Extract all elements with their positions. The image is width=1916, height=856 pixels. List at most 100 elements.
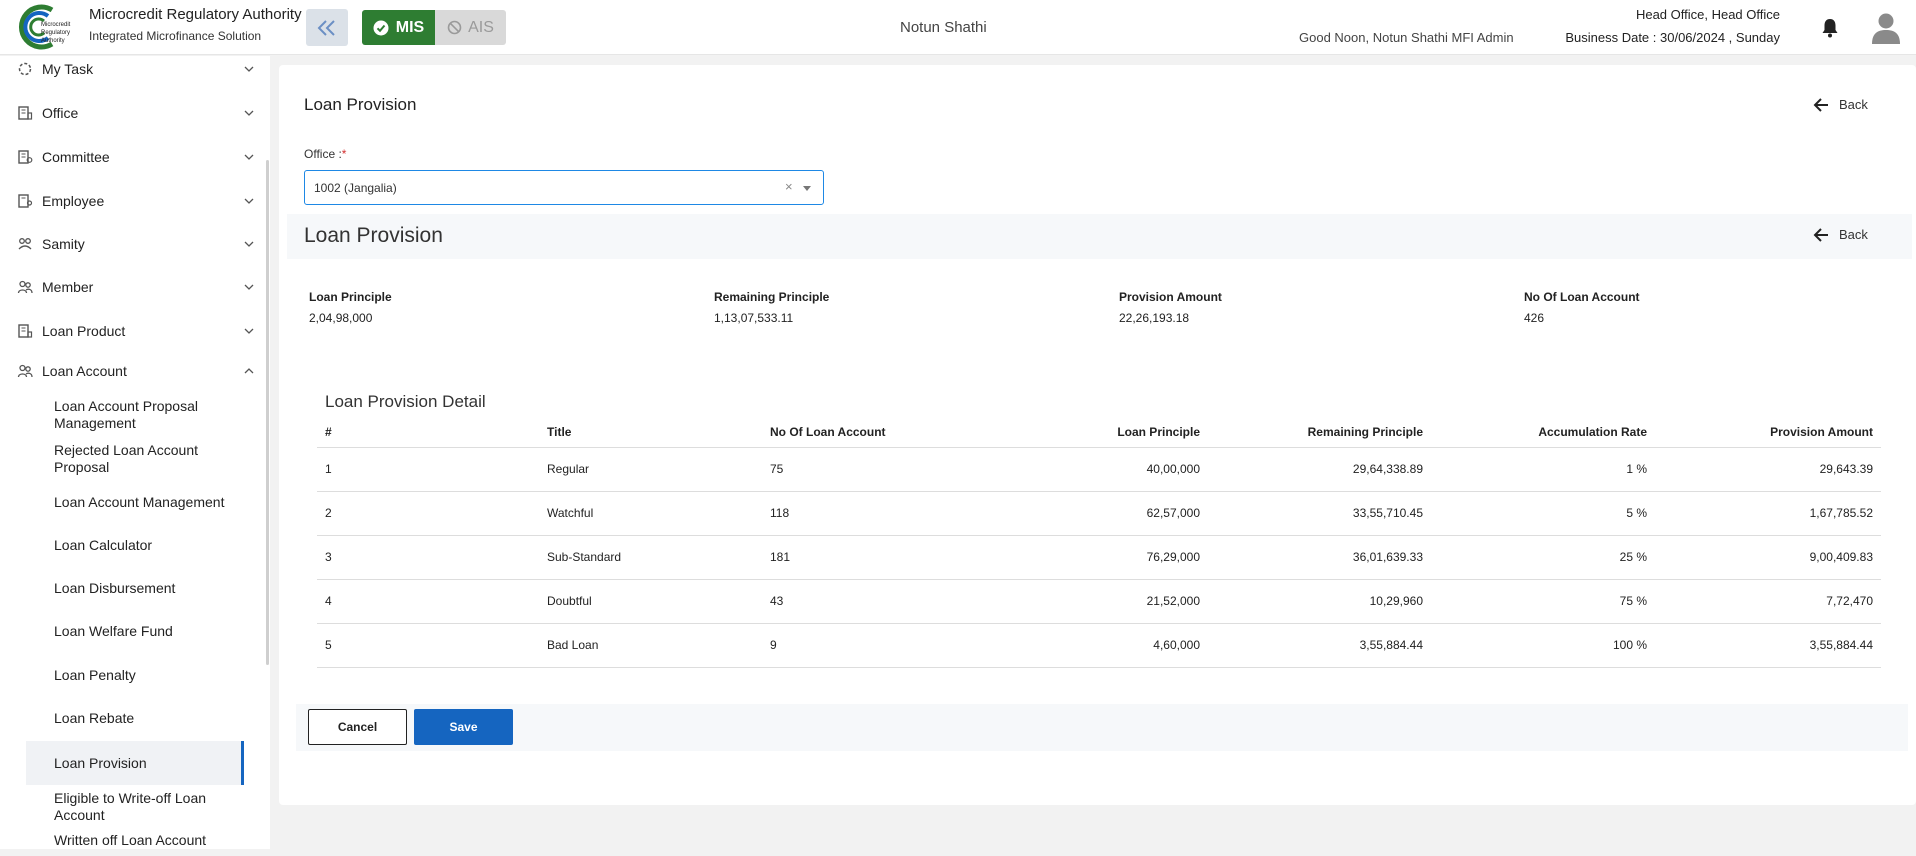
table-cell: 7,72,470 [1655,579,1881,624]
sidebar-subitem-loan-welfare-fund[interactable]: Loan Welfare Fund [26,611,244,651]
double-chevron-left-icon [317,19,335,36]
svg-text:Regulatory: Regulatory [41,30,70,36]
employee-icon [18,194,33,208]
business-date: Business Date : 30/06/2024 , Sunday [1565,30,1780,45]
column-header: Title [539,418,762,448]
block-icon [447,20,462,35]
svg-text:Microcredit: Microcredit [41,22,71,28]
collapse-sidebar-button[interactable] [306,9,348,46]
table-row: 3 Sub-Standard 181 76,29,000 36,01,639.3… [317,535,1881,580]
summary-value: 22,26,193.18 [1119,311,1190,325]
svg-text:Authority: Authority [41,38,65,44]
section-header: Loan Provision Back [287,214,1912,259]
sidebar-subitem-label: Rejected Loan Account Proposal [54,442,198,475]
column-header: # [317,418,539,448]
table-row: 1 Regular 75 40,00,000 29,64,338.89 1 % … [317,447,1881,492]
mfi-name: Notun Shathi [900,19,987,36]
sidebar-item-samity[interactable]: Samity [0,224,262,264]
table-cell: 3,55,884.44 [1655,623,1881,668]
chevron-down-icon [244,154,254,160]
dropdown-caret-icon[interactable] [803,186,811,191]
detail-table-title: Loan Provision Detail [325,392,486,411]
back-button-top[interactable]: Back [1813,97,1868,112]
sidebar-scrollbar[interactable] [266,160,269,665]
sidebar-item-employee[interactable]: Employee [0,181,262,221]
table-row: 2 Watchful 118 62,57,000 33,55,710.45 5 … [317,491,1881,536]
sidebar-item-label: My Task [42,61,94,77]
sidebar-item-committee[interactable]: Committee [0,137,262,177]
sidebar-subitem-loan-disbursement[interactable]: Loan Disbursement [26,568,244,608]
mra-logo[interactable]: Microcredit Regulatory Authority [14,4,80,50]
back-button-section[interactable]: Back [1813,227,1868,242]
sidebar-item-label: Loan Product [42,323,126,339]
summary-label: Remaining Principle [714,290,830,304]
chevron-down-icon [244,110,254,116]
save-button[interactable]: Save [414,709,513,745]
table-header-row: # Title No Of Loan Account Loan Principl… [317,418,1881,448]
table-cell: 1,67,785.52 [1655,491,1881,536]
table-cell: 43 [762,579,984,624]
office-select[interactable]: 1002 (Jangalia) × [304,170,824,205]
sidebar-item-label: Committee [42,149,110,165]
sidebar-item-label: Samity [42,236,85,252]
user-avatar-icon[interactable] [1870,11,1902,45]
table-cell: 3,55,884.44 [1208,623,1431,668]
cancel-button[interactable]: Cancel [308,709,407,745]
sidebar-item-label: Employee [42,193,105,209]
summary-provision-amount: Provision Amount 22,26,193.18 [1119,290,1222,325]
table-cell: Bad Loan [539,623,762,668]
sidebar-item-loan-account[interactable]: Loan Account [0,351,262,391]
sidebar-subitem-account-management[interactable]: Loan Account Management [26,482,244,522]
notification-bell-icon[interactable] [1820,17,1840,39]
member-icon [17,280,33,294]
sidebar-subitem-loan-calculator[interactable]: Loan Calculator [26,525,244,565]
sidebar-subitem-loan-rebate[interactable]: Loan Rebate [26,698,244,738]
task-icon [18,62,32,76]
table-cell: 75 % [1431,579,1655,624]
arrow-left-icon [1813,97,1828,112]
chevron-down-icon [244,241,254,247]
table-cell: Regular [539,447,762,492]
sidebar-subitem-written-off[interactable]: Written off Loan Account [26,832,244,849]
sidebar-item-office[interactable]: Office [0,93,262,133]
table-cell: 36,01,639.33 [1208,535,1431,580]
committee-icon [18,150,33,164]
sidebar-subitem-rejected-proposal[interactable]: Rejected Loan Account Proposal [26,439,244,479]
column-header: No Of Loan Account [762,418,984,448]
mode-toggle: MIS AIS [362,10,506,45]
office-select-value: 1002 (Jangalia) [314,180,397,195]
summary-value: 426 [1524,311,1545,325]
sidebar-subitem-label: Loan Provision [54,754,147,771]
table-cell: 4 [317,579,539,624]
required-marker: * [341,147,347,161]
sidebar-subitem-label: Loan Calculator [54,536,153,553]
sidebar-item-loan-product[interactable]: Loan Product [0,311,262,351]
table-cell: 9,00,409.83 [1655,535,1881,580]
chevron-down-icon [244,284,254,290]
summary-remaining-principle: Remaining Principle 1,13,07,533.11 [714,290,829,325]
sidebar-subitem-label: Loan Disbursement [54,579,176,596]
table-cell: 5 [317,623,539,668]
sidebar-subitem-proposal-management[interactable]: Loan Account Proposal Management [26,395,244,435]
table-cell: 9 [762,623,984,668]
sidebar-item-member[interactable]: Member [0,267,262,307]
column-header: Accumulation Rate [1431,418,1655,448]
table-cell: 33,55,710.45 [1208,491,1431,536]
table-cell: Sub-Standard [539,535,762,580]
mis-mode-button[interactable]: MIS [362,10,435,45]
chevron-down-icon [244,198,254,204]
office-field-label: Office :* [304,147,346,161]
sidebar-subitem-loan-provision[interactable]: Loan Provision [26,741,244,785]
sidebar-subitem-label: Written off Loan Account [54,832,207,848]
office-name: Head Office, Head Office [1635,7,1780,22]
sidebar: My Task Office Committee Employee Samity… [0,56,270,849]
sidebar-item-my-task[interactable]: My Task [0,56,262,89]
table-cell: 1 [317,447,539,492]
sidebar-subitem-label: Loan Penalty [54,666,136,683]
sidebar-subitem-eligible-write-off[interactable]: Eligible to Write-off Loan Account [26,787,244,827]
form-actions: Cancel Save [296,704,1908,751]
table-cell: 29,643.39 [1655,447,1881,492]
clear-icon[interactable]: × [785,179,793,194]
sidebar-subitem-loan-penalty[interactable]: Loan Penalty [26,655,244,695]
ais-mode-button[interactable]: AIS [435,10,506,45]
